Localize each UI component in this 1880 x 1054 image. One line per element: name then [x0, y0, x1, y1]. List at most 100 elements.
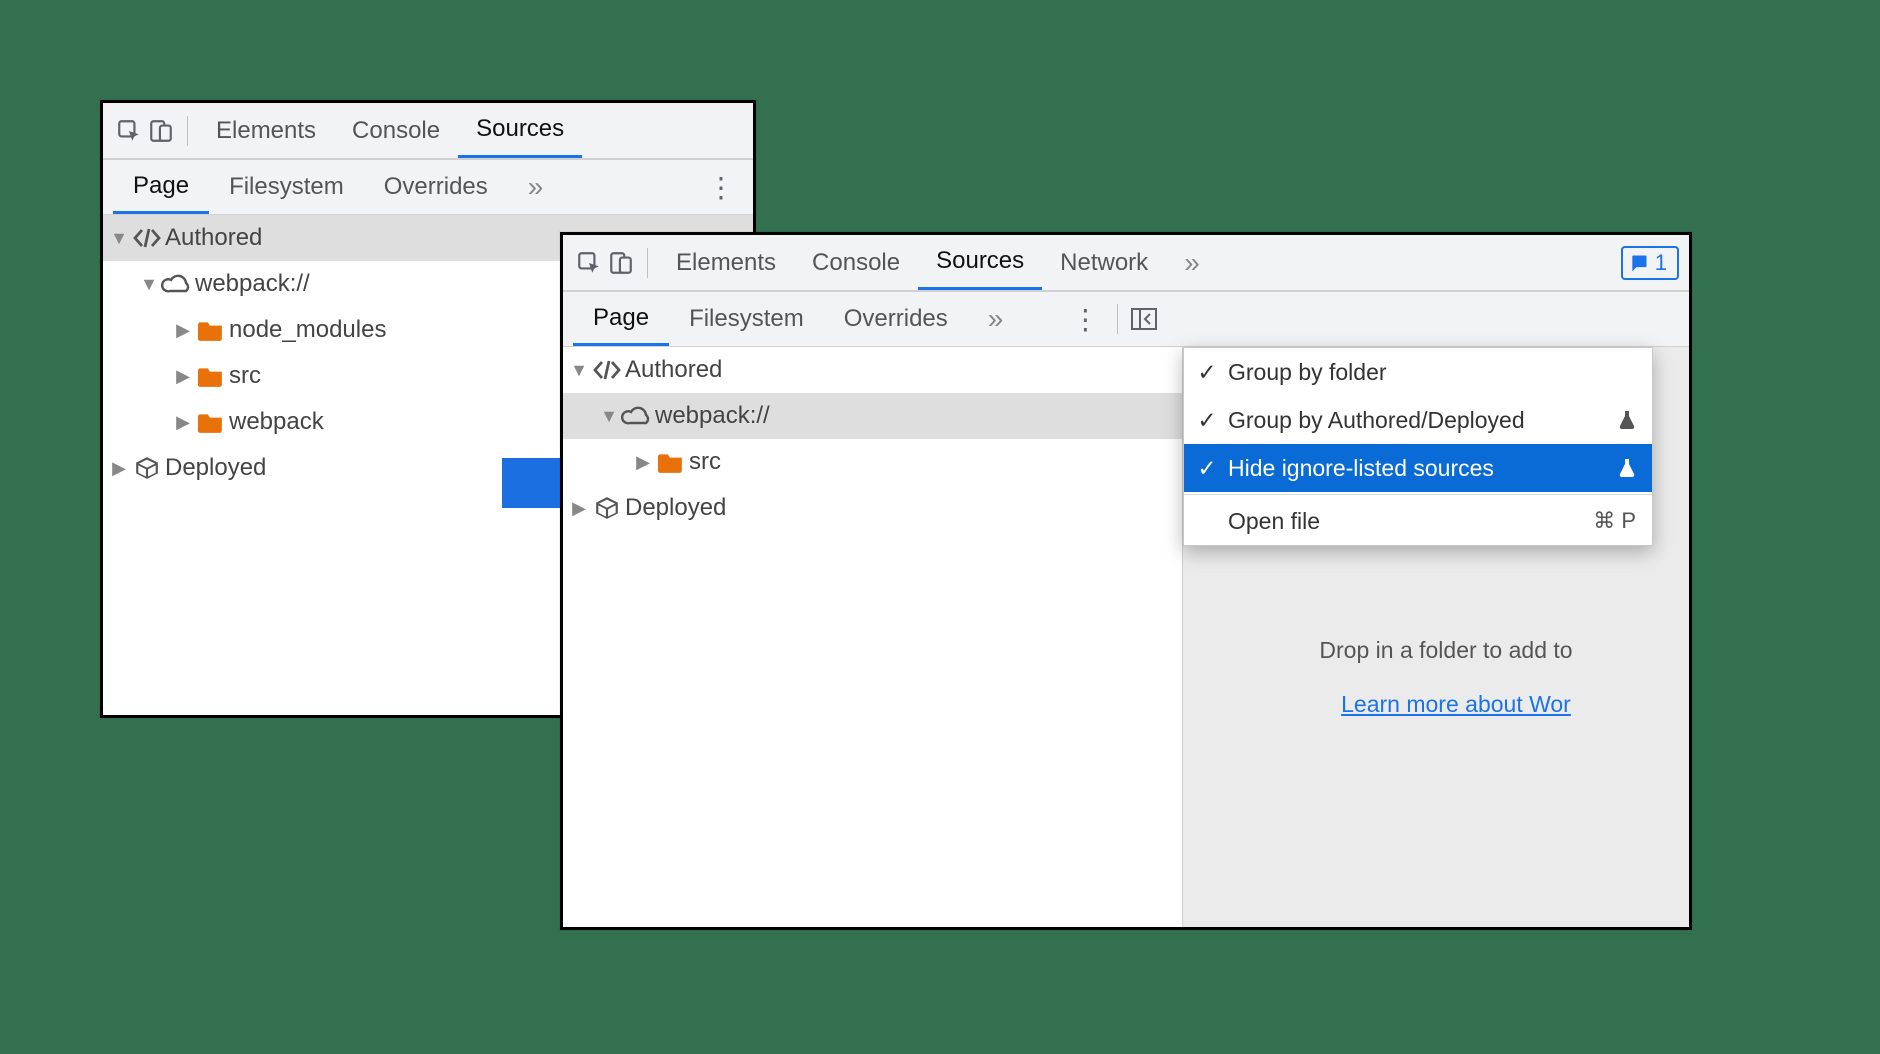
cube-icon [129, 455, 165, 481]
experiment-icon [1618, 458, 1636, 478]
devtools-panel-after: Elements Console Sources Network » 1 Pag… [560, 232, 1692, 930]
top-tab-bar: Elements Console Sources Network » 1 [563, 235, 1689, 291]
kebab-menu-icon[interactable]: ⋮ [1063, 303, 1107, 336]
check-icon: ✓ [1196, 359, 1218, 386]
tree-label: Deployed [625, 485, 726, 531]
tree-item-deployed[interactable]: ▶ Deployed [563, 485, 1182, 531]
tab-label: Sources [936, 247, 1024, 275]
cube-icon [589, 495, 625, 521]
tree-label: node_modules [229, 307, 386, 353]
tree-label: Authored [165, 215, 262, 261]
tree-label: webpack:// [655, 393, 770, 439]
folder-icon [193, 365, 229, 387]
tab-sources[interactable]: Sources [458, 103, 582, 158]
tab-label: Console [812, 249, 900, 277]
menu-item-group-by-folder[interactable]: ✓ Group by folder [1184, 348, 1652, 396]
tab-label: Filesystem [689, 305, 804, 333]
tab-elements[interactable]: Elements [198, 103, 334, 158]
tree-label: src [689, 439, 721, 485]
feedback-badge[interactable]: 1 [1621, 246, 1679, 280]
code-icon [589, 358, 625, 382]
tree-item-folder[interactable]: ▶ src [563, 439, 1182, 485]
disclosure-triangle-icon[interactable]: ▶ [109, 451, 129, 485]
menu-shortcut: ⌘ P [1593, 508, 1636, 534]
menu-label: Open file [1228, 508, 1583, 535]
tab-label: Overrides [384, 173, 488, 201]
subtab-filesystem[interactable]: Filesystem [209, 160, 364, 214]
feedback-count: 1 [1655, 250, 1667, 276]
folder-icon [193, 319, 229, 341]
navigator-context-menu: ✓ Group by folder ✓ Group by Authored/De… [1183, 347, 1653, 546]
cloud-icon [619, 405, 655, 427]
tab-network[interactable]: Network [1042, 235, 1166, 290]
device-toggle-icon[interactable] [145, 118, 177, 144]
tab-label: Elements [216, 117, 316, 145]
sources-subtab-bar: Page Filesystem Overrides » ⋮ [103, 159, 753, 215]
menu-item-group-by-authored[interactable]: ✓ Group by Authored/Deployed [1184, 396, 1652, 444]
tab-more[interactable]: » [1166, 235, 1218, 290]
tree-item-webpack-scheme[interactable]: ▼ webpack:// [563, 393, 1182, 439]
disclosure-triangle-icon[interactable]: ▶ [173, 405, 193, 439]
disclosure-triangle-icon[interactable]: ▶ [173, 313, 193, 347]
tree-label: Deployed [165, 445, 266, 491]
sources-subtab-bar: Page Filesystem Overrides » ⋮ [563, 291, 1689, 347]
tree-label: Authored [625, 347, 722, 393]
menu-label: Group by Authored/Deployed [1228, 407, 1608, 434]
menu-item-hide-ignore-listed[interactable]: ✓ Hide ignore-listed sources [1184, 444, 1652, 492]
tab-label: Filesystem [229, 173, 344, 201]
tab-label: Page [133, 172, 189, 200]
check-icon: ✓ [1196, 455, 1218, 482]
disclosure-triangle-icon[interactable]: ▶ [173, 359, 193, 393]
subtab-page[interactable]: Page [573, 292, 669, 346]
menu-separator [1184, 494, 1652, 495]
inspect-icon[interactable] [573, 250, 605, 276]
device-toggle-icon[interactable] [605, 250, 637, 276]
folder-icon [193, 411, 229, 433]
tree-label: src [229, 353, 261, 399]
code-icon [129, 226, 165, 250]
experiment-icon [1618, 410, 1636, 430]
top-tab-bar: Elements Console Sources [103, 103, 753, 159]
divider [187, 116, 188, 146]
tab-label: Network [1060, 249, 1148, 277]
tab-sources[interactable]: Sources [918, 235, 1042, 290]
menu-label: Group by folder [1228, 359, 1636, 386]
tree-item-authored[interactable]: ▼ Authored [563, 347, 1182, 393]
cloud-icon [159, 273, 195, 295]
disclosure-triangle-icon[interactable]: ▼ [569, 353, 589, 387]
tab-label: Page [593, 304, 649, 332]
kebab-menu-icon[interactable]: ⋮ [699, 171, 743, 204]
workspace-hint-text: Drop in a folder to add to [1203, 637, 1689, 664]
tree-label: webpack:// [195, 261, 310, 307]
inspect-icon[interactable] [113, 118, 145, 144]
folder-icon [653, 451, 689, 473]
disclosure-triangle-icon[interactable]: ▶ [633, 445, 653, 479]
disclosure-triangle-icon[interactable]: ▼ [109, 221, 129, 255]
chat-icon [1629, 253, 1649, 273]
tab-console[interactable]: Console [334, 103, 458, 158]
disclosure-triangle-icon[interactable]: ▼ [139, 267, 159, 301]
collapse-sidebar-icon[interactable] [1128, 307, 1160, 331]
subtab-overrides[interactable]: Overrides [824, 292, 968, 346]
tab-elements[interactable]: Elements [658, 235, 794, 290]
sources-tree: ▼ Authored ▼ webpack:// ▶ src [563, 347, 1183, 927]
menu-item-open-file[interactable]: Open file ⌘ P [1184, 497, 1652, 545]
tab-label: Overrides [844, 305, 948, 333]
workspace-learn-more-link[interactable]: Learn more about Wor [1223, 691, 1689, 718]
tree-label: webpack [229, 399, 324, 445]
pane-divider [1117, 304, 1118, 334]
tab-label: Console [352, 117, 440, 145]
disclosure-triangle-icon[interactable]: ▶ [569, 491, 589, 525]
menu-label: Hide ignore-listed sources [1228, 455, 1608, 482]
divider [647, 248, 648, 278]
subtab-filesystem[interactable]: Filesystem [669, 292, 824, 346]
tab-label: Sources [476, 115, 564, 143]
disclosure-triangle-icon[interactable]: ▼ [599, 399, 619, 433]
tab-console[interactable]: Console [794, 235, 918, 290]
subtab-more[interactable]: » [508, 160, 564, 214]
check-icon: ✓ [1196, 407, 1218, 434]
subtab-overrides[interactable]: Overrides [364, 160, 508, 214]
subtab-page[interactable]: Page [113, 160, 209, 214]
tab-label: Elements [676, 249, 776, 277]
subtab-more[interactable]: » [968, 292, 1024, 346]
